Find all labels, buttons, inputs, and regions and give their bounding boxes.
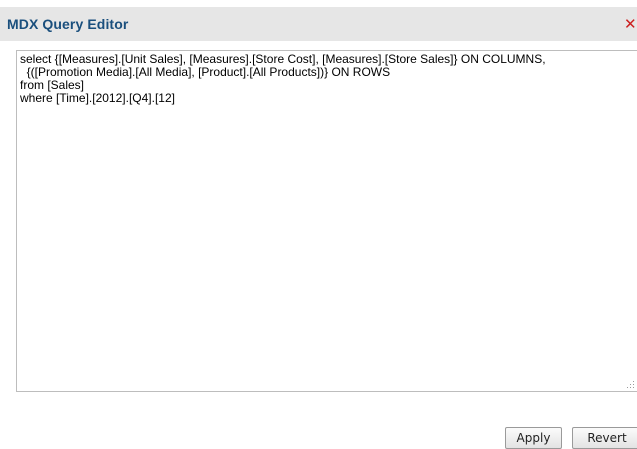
resize-grip-icon[interactable]	[627, 381, 635, 389]
query-editor-container: select {[Measures].[Unit Sales], [Measur…	[16, 50, 637, 392]
mdx-query-textarea[interactable]: select {[Measures].[Unit Sales], [Measur…	[17, 51, 637, 391]
close-icon[interactable]: ✕	[624, 16, 637, 32]
mdx-query-editor-dialog: MDX Query Editor ✕ select {[Measures].[U…	[0, 0, 637, 449]
dialog-titlebar: MDX Query Editor ✕	[0, 7, 637, 41]
apply-button[interactable]: Apply	[505, 427, 562, 449]
dialog-title: MDX Query Editor	[7, 16, 129, 32]
revert-button[interactable]: Revert	[572, 427, 637, 449]
